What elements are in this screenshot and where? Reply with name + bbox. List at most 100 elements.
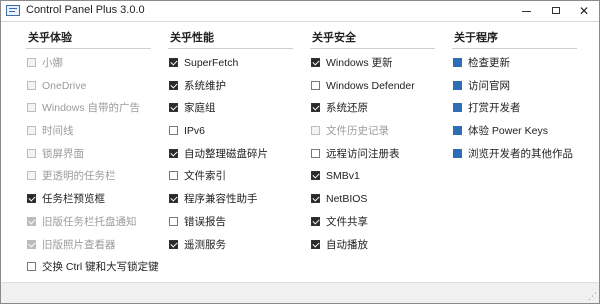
close-button[interactable]: ✕ xyxy=(569,1,599,21)
option-item: 锁屏界面 xyxy=(26,143,151,166)
option-item[interactable]: Windows 更新 xyxy=(310,52,435,75)
checkbox-unchecked xyxy=(27,171,36,181)
option-label: 交换 Ctrl 键和大写锁定键 xyxy=(42,261,159,274)
checkbox-checked[interactable] xyxy=(169,239,178,249)
option-label: 自动整理磁盘碎片 xyxy=(184,147,268,160)
option-item[interactable]: 交换 Ctrl 键和大写锁定键 xyxy=(26,256,159,279)
option-label: 旧版任务栏托盘通知 xyxy=(42,215,137,228)
option-item[interactable]: SuperFetch xyxy=(168,52,293,75)
checkbox-checked[interactable] xyxy=(311,103,320,113)
option-item[interactable]: IPv6 xyxy=(168,120,293,143)
checkbox-unchecked[interactable] xyxy=(169,171,178,181)
option-item[interactable]: 自动整理磁盘碎片 xyxy=(168,143,293,166)
option-label: 任务栏预览框 xyxy=(42,193,105,206)
option-label: 体验 Power Keys xyxy=(468,125,548,138)
link-square-icon[interactable] xyxy=(453,103,462,113)
column-title-about: 关于程序 xyxy=(454,32,498,44)
checkbox-checked[interactable] xyxy=(169,194,178,204)
option-label: 小娜 xyxy=(42,57,63,69)
option-label: Windows Defender xyxy=(326,79,415,92)
option-label: IPv6 xyxy=(184,125,206,138)
link-item[interactable]: 访问官网 xyxy=(452,75,577,98)
option-item[interactable]: 家庭组 xyxy=(168,97,293,120)
option-label: 远程访问注册表 xyxy=(326,147,400,160)
checkbox-checked xyxy=(27,216,36,226)
option-item[interactable]: 系统还原 xyxy=(310,97,435,120)
minimize-button[interactable] xyxy=(511,1,541,21)
option-label: 访问官网 xyxy=(468,79,510,92)
column-divider xyxy=(26,48,151,49)
checkbox-unchecked[interactable] xyxy=(27,262,36,272)
checkbox-unchecked xyxy=(27,80,36,90)
option-item: 更透明的任务栏 xyxy=(26,165,151,188)
option-item[interactable]: 遥测服务 xyxy=(168,234,293,257)
option-item: 旧版照片查看器 xyxy=(26,234,151,257)
column-title-performance: 关乎性能 xyxy=(170,32,214,44)
title-bar[interactable]: Control Panel Plus 3.0.0 ✕ xyxy=(1,1,599,22)
link-item[interactable]: 体验 Power Keys xyxy=(452,120,577,143)
checkbox-checked[interactable] xyxy=(169,58,178,67)
option-item[interactable]: 远程访问注册表 xyxy=(310,143,435,166)
option-label: 打赏开发者 xyxy=(468,102,521,115)
link-square-icon[interactable] xyxy=(453,126,462,136)
option-item[interactable]: 系统维护 xyxy=(168,75,293,98)
checkbox-unchecked[interactable] xyxy=(311,148,320,158)
option-item[interactable]: 文件索引 xyxy=(168,165,293,188)
checkbox-checked[interactable] xyxy=(311,171,320,181)
link-square-icon[interactable] xyxy=(453,148,462,158)
checkbox-checked[interactable] xyxy=(27,194,36,204)
checkbox-unchecked xyxy=(27,103,36,113)
column-title-security: 关乎安全 xyxy=(312,32,356,44)
column-about: 关于程序 检查更新访问官网打赏开发者体验 Power Keys 浏览开发者的其他作… xyxy=(452,31,577,165)
checkbox-checked[interactable] xyxy=(311,194,320,204)
option-item: Windows 自带的广告 xyxy=(26,97,151,120)
checkbox-unchecked xyxy=(27,148,36,158)
checkbox-unchecked[interactable] xyxy=(169,126,178,136)
checkbox-checked xyxy=(27,239,36,249)
link-item[interactable]: 浏览开发者的其他作品 xyxy=(452,143,577,166)
column-security: 关乎安全 Windows 更新 Windows Defender 系统还原 文件历史记… xyxy=(310,31,435,256)
column-divider xyxy=(452,48,577,49)
option-item[interactable]: Windows Defender xyxy=(310,75,435,98)
option-item[interactable]: SMBv1 xyxy=(310,165,435,188)
option-item[interactable]: 任务栏预览框 xyxy=(26,188,151,211)
checkbox-unchecked xyxy=(27,58,36,67)
resize-grip-icon[interactable]: ⋰ xyxy=(587,291,597,301)
checkbox-unchecked[interactable] xyxy=(311,80,320,90)
option-label: SMBv1 xyxy=(326,170,360,183)
checkbox-checked[interactable] xyxy=(169,80,178,90)
option-item[interactable]: 文件共享 xyxy=(310,211,435,234)
checkbox-checked[interactable] xyxy=(169,148,178,158)
option-item[interactable]: NetBIOS xyxy=(310,188,435,211)
maximize-button[interactable] xyxy=(541,1,571,21)
column-experience: 关乎体验 小娜 OneDrive Windows 自带的广告 时间线 锁屏界面 更透明的任… xyxy=(26,31,159,279)
option-item[interactable]: 程序兼容性助手 xyxy=(168,188,293,211)
option-label: 锁屏界面 xyxy=(42,147,84,160)
close-icon: ✕ xyxy=(578,4,590,18)
link-item[interactable]: 打赏开发者 xyxy=(452,97,577,120)
option-item: 文件历史记录 xyxy=(310,120,435,143)
checkbox-checked[interactable] xyxy=(311,239,320,249)
option-label: SuperFetch xyxy=(184,57,239,69)
checkbox-checked[interactable] xyxy=(311,216,320,226)
checkbox-unchecked[interactable] xyxy=(169,216,178,226)
option-label: 遥测服务 xyxy=(184,238,226,251)
checkbox-checked[interactable] xyxy=(311,58,320,67)
option-label: OneDrive xyxy=(42,79,87,92)
option-label: 旧版照片查看器 xyxy=(42,238,116,251)
option-label: 浏览开发者的其他作品 xyxy=(468,147,573,160)
minimize-icon xyxy=(521,11,531,13)
link-item[interactable]: 检查更新 xyxy=(452,52,577,75)
link-square-icon[interactable] xyxy=(453,80,462,90)
main-window: Control Panel Plus 3.0.0 ✕ 关乎体验 小娜 OneDri… xyxy=(0,0,600,304)
option-item[interactable]: 自动播放 xyxy=(310,234,435,257)
column-performance: 关乎性能 SuperFetch 系统维护 家庭组 IPv6 自动整理磁盘碎片 文件索引程序… xyxy=(168,31,293,256)
option-item: OneDrive xyxy=(26,75,151,98)
option-label: 文件共享 xyxy=(326,215,368,228)
option-label: 文件索引 xyxy=(184,170,226,183)
link-square-icon[interactable] xyxy=(453,58,462,67)
status-bar: ⋰ xyxy=(1,282,599,303)
option-item[interactable]: 错误报告 xyxy=(168,211,293,234)
column-divider xyxy=(310,48,435,49)
checkbox-checked[interactable] xyxy=(169,103,178,113)
